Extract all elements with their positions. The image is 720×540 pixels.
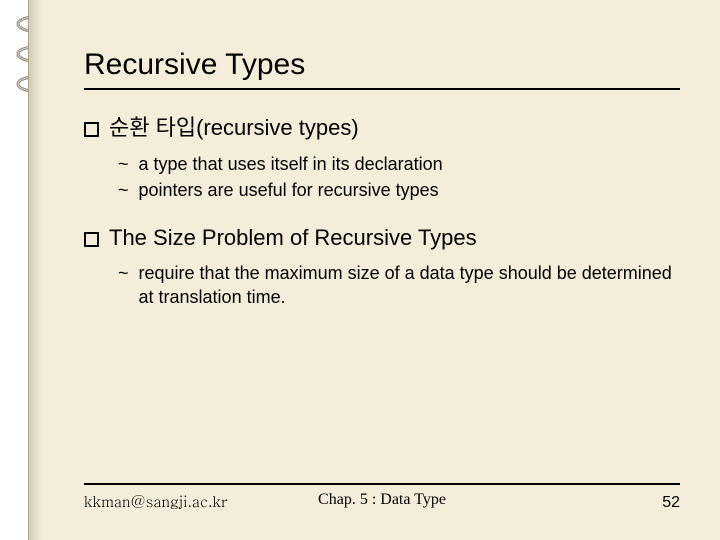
section-heading: The Size Problem of Recursive Types [84, 225, 680, 251]
content-area: Recursive Types 순환 타입(recursive types) ~… [84, 48, 680, 331]
square-bullet-icon [84, 232, 99, 247]
footer-page-number: 52 [662, 494, 680, 512]
section: The Size Problem of Recursive Types ~ re… [84, 225, 680, 310]
list-item: ~ require that the maximum size of a dat… [118, 261, 680, 310]
footer: kkman@sangji.ac.kr Chap. 5 : Data Type 5… [84, 483, 680, 512]
list-item: ~ a type that uses itself in its declara… [118, 152, 680, 176]
page-title: Recursive Types [84, 48, 680, 90]
tilde-bullet-icon: ~ [118, 178, 129, 202]
section-heading: 순환 타입(recursive types) [84, 110, 680, 142]
list-item-text: pointers are useful for recursive types [139, 178, 439, 202]
sub-list: ~ a type that uses itself in its declara… [84, 152, 680, 203]
footer-email: kkman@sangji.ac.kr [84, 491, 228, 512]
tilde-bullet-icon: ~ [118, 152, 129, 176]
sub-list: ~ require that the maximum size of a dat… [84, 261, 680, 310]
list-item-text: require that the maximum size of a data … [139, 261, 680, 310]
square-bullet-icon [84, 122, 99, 137]
tilde-bullet-icon: ~ [118, 261, 129, 310]
section-heading-text: 순환 타입(recursive types) [109, 110, 359, 142]
list-item: ~ pointers are useful for recursive type… [118, 178, 680, 202]
section-heading-text: The Size Problem of Recursive Types [109, 225, 477, 251]
list-item-text: a type that uses itself in its declarati… [139, 152, 443, 176]
section: 순환 타입(recursive types) ~ a type that use… [84, 110, 680, 203]
